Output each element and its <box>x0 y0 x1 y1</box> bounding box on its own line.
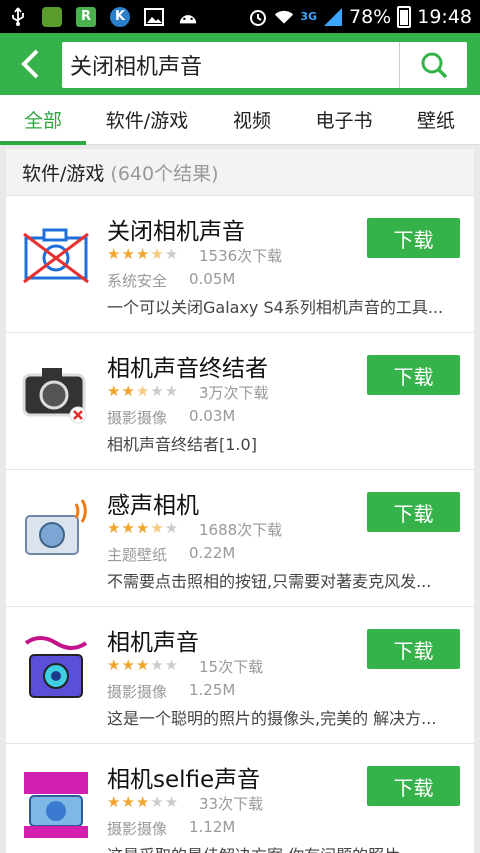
app-name: 相机声音 <box>107 630 199 656</box>
clock: 19:48 <box>417 5 472 28</box>
download-button[interactable]: 下载 <box>367 492 460 532</box>
mute-camera-app-icon <box>20 220 92 292</box>
image-icon <box>144 7 164 26</box>
star-rating: ★★★★★ <box>107 245 180 263</box>
android-icon <box>178 8 198 26</box>
download-button[interactable]: 下载 <box>367 766 460 806</box>
app-size: 1.25M <box>189 681 236 699</box>
tab-video[interactable]: 视频 <box>208 95 296 144</box>
alarm-icon <box>248 8 268 26</box>
search-button[interactable] <box>399 42 467 88</box>
app-category: 系统安全 <box>107 272 168 290</box>
app-name: 相机声音终结者 <box>107 356 268 382</box>
star-rating: ★★★★★ <box>107 519 180 537</box>
list-item[interactable]: 关闭相机声音 ★★★★★ 1536次下载 系统安全 0.05M 一个可以关闭Ga… <box>6 196 474 333</box>
app-notification-icon <box>42 6 62 27</box>
back-arrow-icon <box>21 49 39 79</box>
search-icon <box>421 52 447 79</box>
results-card: 软件/游戏 (640个结果) 关闭相机声音 ★★★★★ 1536次下载 系统安全… <box>6 149 474 853</box>
status-bar: R K 3G 78% 19:48 <box>0 0 480 33</box>
section-title: 软件/游戏 <box>22 162 105 185</box>
app-category: 主题壁纸 <box>107 546 168 564</box>
app-name: 感声相机 <box>107 493 199 519</box>
usb-icon <box>8 6 28 26</box>
app-size: 1.12M <box>189 818 236 836</box>
app-description: 这是一个聪明的照片的摄像头,完美的 解决方... <box>107 709 437 728</box>
app-description: 不需要点击照相的按钮,只需要对著麦克风发... <box>107 572 432 591</box>
app-description: 这是采取的最佳解决方案,你有问题的照片... <box>107 842 457 853</box>
download-count: 1688次下载 <box>199 521 283 539</box>
download-count: 3万次下载 <box>199 384 269 402</box>
star-rating: ★★★★★ <box>107 656 180 674</box>
download-count: 15次下载 <box>199 658 264 676</box>
download-button[interactable]: 下载 <box>367 218 460 258</box>
list-item[interactable]: 相机声音 ★★★★★ 15次下载 摄影摄像 1.25M 这是一个聪明的照片的摄像… <box>6 607 474 744</box>
battery-icon <box>397 5 412 28</box>
result-count: (640个结果) <box>110 162 219 185</box>
list-item[interactable]: 相机selfie声音 ★★★★★ 33次下载 摄影摄像 1.12M 这是采取的最… <box>6 744 474 853</box>
app-category: 摄影摄像 <box>107 409 168 427</box>
tab-ebooks[interactable]: 电子书 <box>296 95 392 144</box>
say-cheese-app-icon <box>20 631 92 703</box>
app-category: 摄影摄像 <box>107 683 168 701</box>
download-button[interactable]: 下载 <box>367 629 460 669</box>
wifi-icon <box>274 8 294 26</box>
sound-camera-app-icon <box>20 494 92 566</box>
r-app-icon: R <box>76 6 96 27</box>
search-header <box>0 33 480 95</box>
list-item[interactable]: 相机声音终结者 ★★★★★ 3万次下载 摄影摄像 0.03M 相机声音终结者[1… <box>6 333 474 470</box>
search-box <box>62 42 467 88</box>
app-name: 关闭相机声音 <box>107 219 245 245</box>
tab-wallpaper[interactable]: 壁纸 <box>392 95 480 144</box>
app-size: 0.03M <box>189 407 236 425</box>
network-type: 3G <box>300 10 317 23</box>
section-header: 软件/游戏 (640个结果) <box>6 149 474 196</box>
back-button[interactable] <box>0 33 60 95</box>
tab-apps-games[interactable]: 软件/游戏 <box>86 95 208 144</box>
app-size: 0.05M <box>189 270 236 288</box>
download-count: 1536次下载 <box>199 247 283 265</box>
category-tabs: 全部 软件/游戏 视频 电子书 壁纸 <box>0 95 480 145</box>
download-button[interactable]: 下载 <box>367 355 460 395</box>
app-name: 相机selfie声音 <box>107 767 261 793</box>
camera-terminator-app-icon <box>20 357 92 429</box>
app-description: 一个可以关闭Galaxy S4系列相机声音的工具... <box>107 298 444 317</box>
search-input[interactable] <box>62 42 399 88</box>
star-rating: ★★★★★ <box>107 793 180 811</box>
star-rating: ★★★★★ <box>107 382 180 400</box>
app-description: 相机声音终结者[1.0] <box>107 435 257 454</box>
list-item[interactable]: 感声相机 ★★★★★ 1688次下载 主题壁纸 0.22M 不需要点击照相的按钮… <box>6 470 474 607</box>
selfie-voice-app-icon <box>20 768 92 840</box>
signal-icon <box>323 7 343 26</box>
tab-all[interactable]: 全部 <box>0 95 86 145</box>
k-app-icon: K <box>110 6 130 27</box>
download-count: 33次下载 <box>199 795 264 813</box>
app-category: 摄影摄像 <box>107 820 168 838</box>
app-size: 0.22M <box>189 544 236 562</box>
battery-percent: 78% <box>349 5 392 28</box>
